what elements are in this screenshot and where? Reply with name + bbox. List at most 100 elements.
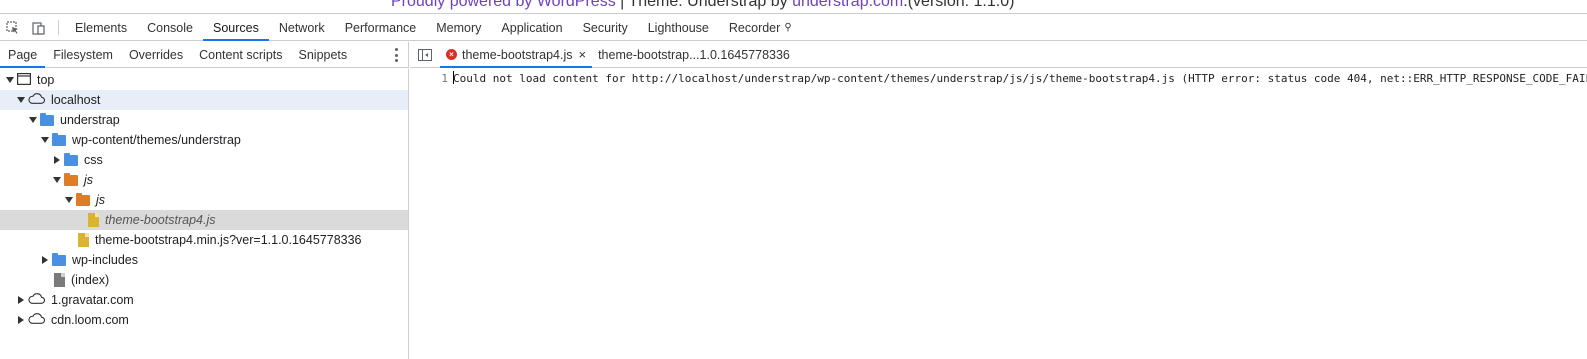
tab-label: Security: [582, 20, 628, 35]
tab-elements[interactable]: Elements: [65, 15, 137, 40]
folder-icon: [40, 112, 54, 126]
tree-item-index[interactable]: (index): [0, 270, 408, 290]
file-icon: [54, 273, 65, 287]
expand-arrow-icon[interactable]: [15, 94, 27, 106]
tree-item-label: theme-bootstrap4.js: [105, 213, 216, 227]
tree-item-label: js: [96, 193, 106, 207]
page-footer-text: Proudly powered by WordPress | Theme: Un…: [391, 0, 1014, 11]
tab-page[interactable]: Page: [0, 42, 46, 68]
tab-sources[interactable]: Sources: [202, 15, 269, 41]
tab-label: Elements: [75, 20, 128, 35]
tab-lighthouse[interactable]: Lighthouse: [638, 15, 719, 40]
expand-arrow-icon[interactable]: [39, 134, 51, 146]
tab-label: Performance: [344, 20, 417, 35]
tab-label: Snippets: [298, 47, 348, 62]
more-options-icon[interactable]: [390, 47, 402, 63]
inspected-page-strip: Proudly powered by WordPress | Theme: Un…: [0, 0, 1587, 14]
tab-snippets[interactable]: Snippets: [291, 42, 356, 67]
editor-tab-theme-bootstrap4-js[interactable]: × theme-bootstrap4.js ×: [440, 42, 593, 68]
devtools-main-toolbar: Elements Console Sources Network Perform…: [0, 15, 1587, 41]
folder-icon: [76, 192, 90, 206]
tree-item-localhost[interactable]: localhost: [0, 90, 408, 110]
tree-item-js[interactable]: js: [0, 170, 408, 190]
tree-item-loom[interactable]: cdn.loom.com: [0, 310, 408, 330]
toolbar-divider: [58, 20, 59, 35]
expand-arrow-icon[interactable]: [27, 114, 39, 126]
collapse-arrow-icon[interactable]: [51, 154, 63, 166]
tab-label: Recorder: [728, 20, 781, 35]
folder-icon: [52, 252, 66, 266]
tree-item-label: wp-content/themes/understrap: [72, 133, 241, 147]
tab-label: Network: [278, 20, 325, 35]
version-text: .(version: 1.1.0): [903, 0, 1015, 10]
tab-overrides[interactable]: Overrides: [121, 42, 191, 67]
file-icon: [78, 233, 89, 247]
cloud-icon: [28, 293, 45, 307]
code-editor[interactable]: 1 Could not load content for http://loca…: [410, 69, 1587, 359]
editor-tab-label: theme-bootstrap...1.0.1645778336: [598, 47, 790, 62]
tree-item-label: (index): [71, 273, 110, 287]
tab-label: Console: [147, 20, 193, 35]
tab-filesystem[interactable]: Filesystem: [45, 42, 121, 67]
cloud-icon: [28, 93, 45, 107]
tab-label: Application: [501, 20, 563, 35]
tab-label: Filesystem: [53, 47, 113, 62]
tree-item-css[interactable]: css: [0, 150, 408, 170]
expand-arrow-icon[interactable]: [4, 74, 16, 86]
tab-security[interactable]: Security: [573, 15, 638, 40]
tab-memory[interactable]: Memory: [426, 15, 491, 40]
tree-item-understrap[interactable]: understrap: [0, 110, 408, 130]
tree-item-label: theme-bootstrap4.min.js?ver=1.1.0.164577…: [95, 233, 362, 247]
wordpress-link[interactable]: Proudly powered by WordPress: [391, 0, 616, 10]
tree-item-top[interactable]: top: [0, 70, 408, 90]
tree-item-theme-bootstrap4-js[interactable]: theme-bootstrap4.js: [0, 210, 408, 230]
understrap-link[interactable]: understrap.com: [792, 0, 903, 10]
tree-item-theme-bootstrap4-min-js[interactable]: theme-bootstrap4.min.js?ver=1.1.0.164577…: [0, 230, 408, 250]
tab-application[interactable]: Application: [491, 15, 572, 40]
tab-network[interactable]: Network: [269, 15, 335, 40]
tree-item-label: css: [84, 153, 103, 167]
tree-item-label: localhost: [51, 93, 101, 107]
tab-label: Overrides: [128, 47, 184, 62]
tree-item-label: top: [37, 73, 55, 87]
tree-item-js-nested[interactable]: js: [0, 190, 408, 210]
tab-performance[interactable]: Performance: [335, 15, 427, 40]
tab-content-scripts[interactable]: Content scripts: [191, 42, 290, 67]
collapse-arrow-icon[interactable]: [15, 314, 27, 326]
tab-label: Memory: [436, 20, 482, 35]
tree-item-wp-includes[interactable]: wp-includes: [0, 250, 408, 270]
tree-item-label: understrap: [60, 113, 120, 127]
expand-arrow-icon[interactable]: [63, 194, 75, 206]
inspect-element-icon[interactable]: [0, 15, 26, 41]
tab-recorder[interactable]: Recorder ⚲: [719, 15, 802, 40]
navigator-toolbar: Page Filesystem Overrides Content script…: [0, 42, 409, 68]
folder-icon: [64, 172, 78, 186]
tree-item-label: cdn.loom.com: [51, 313, 129, 327]
line-number: 1: [441, 72, 448, 85]
code-text: Could not load content for http://localh…: [453, 72, 1587, 85]
collapse-arrow-icon[interactable]: [15, 294, 27, 306]
flask-icon: ⚲: [784, 22, 792, 33]
tab-label: Content scripts: [199, 47, 283, 62]
code-line[interactable]: Could not load content for http://localh…: [453, 69, 1587, 89]
tree-item-gravatar[interactable]: 1.gravatar.com: [0, 290, 408, 310]
theme-text: | Theme: Understrap by: [615, 0, 793, 10]
toggle-navigator-icon[interactable]: [410, 42, 440, 67]
editor-tab-theme-bootstrap-min[interactable]: theme-bootstrap...1.0.1645778336: [592, 42, 796, 67]
editor-tab-bar: × theme-bootstrap4.js × theme-bootstrap.…: [410, 42, 1587, 68]
close-icon[interactable]: ×: [578, 47, 586, 62]
cloud-icon: [28, 313, 45, 327]
tree-item-label: js: [84, 173, 94, 187]
tree-item-label: wp-includes: [72, 253, 139, 267]
tree-item-label: 1.gravatar.com: [51, 293, 134, 307]
file-tree: top localhost understrap wp-content/them…: [0, 69, 409, 359]
collapse-arrow-icon[interactable]: [39, 254, 51, 266]
tree-item-wp-content[interactable]: wp-content/themes/understrap: [0, 130, 408, 150]
folder-icon: [52, 132, 66, 146]
tab-console[interactable]: Console: [137, 15, 203, 40]
tab-label: Page: [8, 47, 38, 62]
tab-label: Sources: [212, 20, 259, 35]
tab-label: Lighthouse: [647, 20, 709, 35]
expand-arrow-icon[interactable]: [51, 174, 63, 186]
device-toolbar-icon[interactable]: [26, 15, 52, 41]
